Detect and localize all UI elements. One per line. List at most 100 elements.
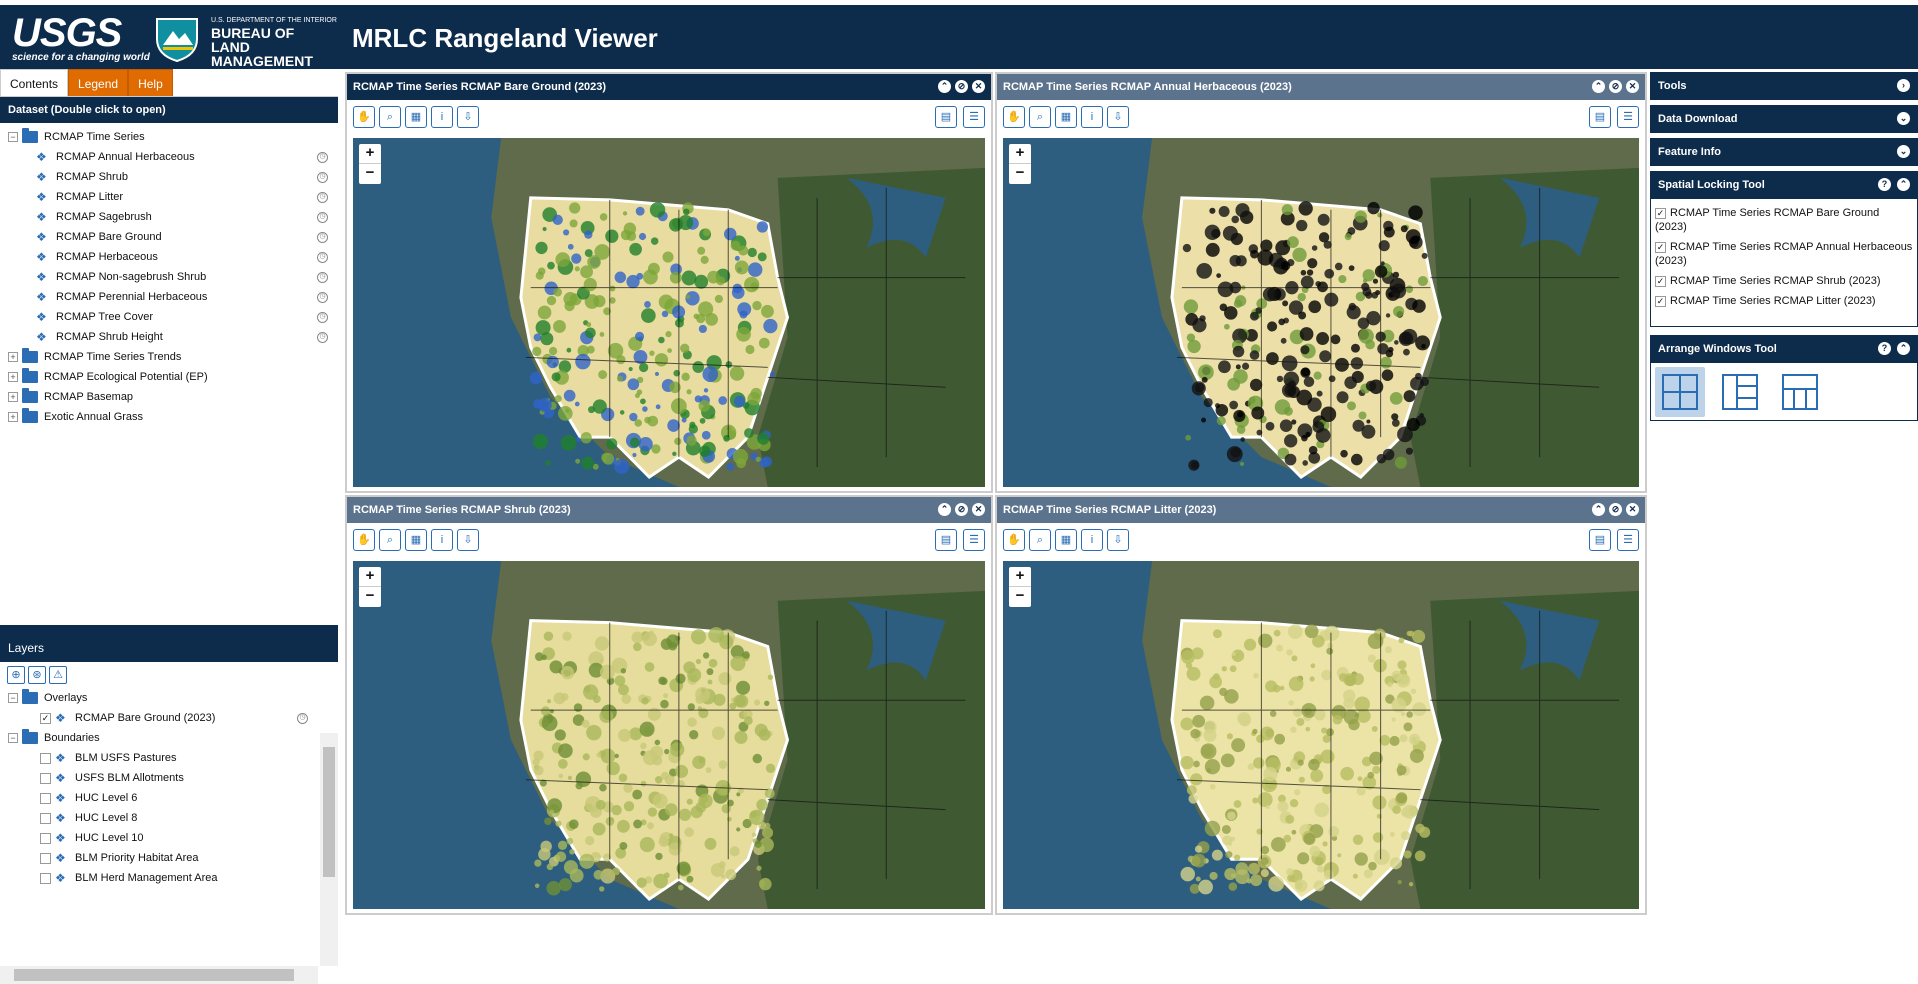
layout-top-bottom-icon[interactable] bbox=[1775, 367, 1825, 417]
layer-item[interactable]: ❖ HUC Level 10 bbox=[0, 828, 318, 848]
minimize-icon[interactable]: ⌃ bbox=[938, 503, 951, 516]
chevron-down-icon[interactable]: ⌄ bbox=[1897, 112, 1910, 125]
expand-icon[interactable]: + bbox=[8, 352, 18, 362]
layer-item[interactable]: ❖ HUC Level 8 bbox=[0, 808, 318, 828]
calendar-icon[interactable]: ▤ bbox=[1589, 529, 1611, 551]
dataset-item[interactable]: ❖ RCMAP Annual Herbaceous ◷ bbox=[0, 147, 338, 167]
layer-item[interactable]: ❖ BLM Priority Habitat Area bbox=[0, 848, 318, 868]
settings-icon[interactable]: ⊛ bbox=[28, 666, 46, 684]
layer-checkbox[interactable] bbox=[40, 812, 51, 824]
zoom-icon[interactable]: ⌕ bbox=[379, 529, 401, 551]
zoom-icon[interactable]: ⌕ bbox=[1029, 106, 1051, 128]
lock-item[interactable]: ✓ RCMAP Time Series RCMAP Litter (2023) bbox=[1651, 291, 1917, 311]
lock-checkbox[interactable]: ✓ bbox=[1655, 275, 1666, 287]
map-extent-icon[interactable]: ▦ bbox=[1055, 529, 1077, 551]
close-icon[interactable]: ✕ bbox=[972, 80, 985, 93]
feature-info-header[interactable]: Feature Info ⌄ bbox=[1650, 138, 1918, 166]
download-icon[interactable]: ⇩ bbox=[457, 106, 479, 128]
collapse-icon[interactable]: − bbox=[8, 733, 18, 743]
panel-title-bar[interactable]: RCMAP Time Series RCMAP Bare Ground (202… bbox=[347, 74, 991, 100]
layer-item[interactable]: ❖ BLM Herd Management Area bbox=[0, 868, 318, 888]
zoom-out-button[interactable]: − bbox=[1009, 164, 1031, 184]
dataset-item[interactable]: ❖ RCMAP Bare Ground ◷ bbox=[0, 227, 338, 247]
map-extent-icon[interactable]: ▦ bbox=[1055, 106, 1077, 128]
zoom-out-button[interactable]: − bbox=[359, 164, 381, 184]
expand-icon[interactable]: + bbox=[8, 372, 18, 382]
close-icon[interactable]: ✕ bbox=[1626, 503, 1639, 516]
zoom-out-button[interactable]: − bbox=[359, 587, 381, 607]
dataset-item[interactable]: ❖ RCMAP Tree Cover ◷ bbox=[0, 307, 338, 327]
download-icon[interactable]: ⇩ bbox=[1107, 106, 1129, 128]
close-icon[interactable]: ✕ bbox=[972, 503, 985, 516]
info-icon[interactable]: i bbox=[431, 529, 453, 551]
dataset-item[interactable]: ❖ RCMAP Shrub Height ◷ bbox=[0, 327, 338, 347]
help-icon[interactable]: ? bbox=[1878, 342, 1891, 355]
layer-checkbox[interactable] bbox=[40, 832, 51, 844]
info-icon[interactable]: i bbox=[1081, 106, 1103, 128]
pan-icon[interactable]: ✋ bbox=[353, 106, 375, 128]
tree-folder[interactable]: − RCMAP Time Series bbox=[0, 127, 338, 147]
map-canvas[interactable]: + − bbox=[353, 138, 985, 487]
time-series-icon[interactable]: ◷ bbox=[317, 191, 328, 203]
tree-folder[interactable]: + RCMAP Time Series Trends bbox=[0, 347, 338, 367]
tree-folder[interactable]: + RCMAP Ecological Potential (EP) bbox=[0, 367, 338, 387]
dataset-item[interactable]: ❖ RCMAP Shrub ◷ bbox=[0, 167, 338, 187]
map-canvas[interactable]: + − bbox=[1003, 138, 1639, 487]
list-icon[interactable]: ☰ bbox=[1617, 529, 1639, 551]
zoom-in-button[interactable]: + bbox=[359, 144, 381, 164]
restore-icon[interactable]: ⊘ bbox=[955, 80, 968, 93]
download-icon[interactable]: ⇩ bbox=[1107, 529, 1129, 551]
minimize-icon[interactable]: ⌃ bbox=[938, 80, 951, 93]
map-canvas[interactable]: + − bbox=[1003, 561, 1639, 909]
tab-help[interactable]: Help bbox=[128, 69, 173, 96]
time-series-icon[interactable]: ◷ bbox=[317, 211, 328, 223]
layer-group[interactable]: − Overlays bbox=[0, 688, 318, 708]
chevron-right-icon[interactable]: › bbox=[1897, 79, 1910, 92]
time-series-icon[interactable]: ◷ bbox=[317, 171, 328, 183]
layer-item[interactable]: ❖ USFS BLM Allotments bbox=[0, 768, 318, 788]
layer-checkbox[interactable] bbox=[40, 752, 51, 764]
arrange-windows-header[interactable]: Arrange Windows Tool? ⌃ bbox=[1650, 335, 1918, 363]
add-layer-icon[interactable]: ⊕ bbox=[7, 666, 25, 684]
spatial-locking-header[interactable]: Spatial Locking Tool? ⌃ bbox=[1650, 171, 1918, 199]
lock-checkbox[interactable]: ✓ bbox=[1655, 241, 1666, 253]
lock-item[interactable]: ✓ RCMAP Time Series RCMAP Shrub (2023) bbox=[1651, 271, 1917, 291]
dataset-item[interactable]: ❖ RCMAP Herbaceous ◷ bbox=[0, 247, 338, 267]
blm-logo-icon[interactable] bbox=[153, 15, 201, 63]
download-icon[interactable]: ⇩ bbox=[457, 529, 479, 551]
lock-checkbox[interactable]: ✓ bbox=[1655, 207, 1666, 219]
dataset-item[interactable]: ❖ RCMAP Perennial Herbaceous ◷ bbox=[0, 287, 338, 307]
zoom-icon[interactable]: ⌕ bbox=[379, 106, 401, 128]
list-icon[interactable]: ☰ bbox=[963, 106, 985, 128]
pan-icon[interactable]: ✋ bbox=[353, 529, 375, 551]
calendar-icon[interactable]: ▤ bbox=[935, 529, 957, 551]
chevron-down-icon[interactable]: ⌄ bbox=[1897, 145, 1910, 158]
time-series-icon[interactable]: ◷ bbox=[317, 331, 328, 343]
map-extent-icon[interactable]: ▦ bbox=[405, 529, 427, 551]
list-icon[interactable]: ☰ bbox=[963, 529, 985, 551]
panel-title-bar[interactable]: RCMAP Time Series RCMAP Litter (2023) ⌃ ⊘ ✕ bbox=[997, 497, 1645, 523]
time-series-icon[interactable]: ◷ bbox=[317, 291, 328, 303]
expand-icon[interactable]: + bbox=[8, 412, 18, 422]
layer-checkbox[interactable] bbox=[40, 792, 51, 804]
warning-icon[interactable]: ⚠ bbox=[49, 666, 67, 684]
layer-checkbox[interactable] bbox=[40, 772, 51, 784]
layer-group[interactable]: − Boundaries bbox=[0, 728, 318, 748]
zoom-in-button[interactable]: + bbox=[1009, 144, 1031, 164]
chevron-up-icon[interactable]: ⌃ bbox=[1897, 342, 1910, 355]
dataset-item[interactable]: ❖ RCMAP Non-sagebrush Shrub ◷ bbox=[0, 267, 338, 287]
calendar-icon[interactable]: ▤ bbox=[935, 106, 957, 128]
chevron-up-icon[interactable]: ⌃ bbox=[1897, 178, 1910, 191]
layer-checkbox[interactable]: ✓ bbox=[40, 712, 51, 724]
layout-left-right-icon[interactable] bbox=[1715, 367, 1765, 417]
list-icon[interactable]: ☰ bbox=[1617, 106, 1639, 128]
close-icon[interactable]: ✕ bbox=[1626, 80, 1639, 93]
pan-icon[interactable]: ✋ bbox=[1003, 529, 1025, 551]
expand-icon[interactable]: + bbox=[8, 392, 18, 402]
layer-checkbox[interactable] bbox=[40, 852, 51, 864]
tab-legend[interactable]: Legend bbox=[68, 69, 129, 96]
calendar-icon[interactable]: ▤ bbox=[1589, 106, 1611, 128]
restore-icon[interactable]: ⊘ bbox=[1609, 80, 1622, 93]
zoom-out-button[interactable]: − bbox=[1009, 587, 1031, 607]
zoom-in-button[interactable]: + bbox=[1009, 567, 1031, 587]
